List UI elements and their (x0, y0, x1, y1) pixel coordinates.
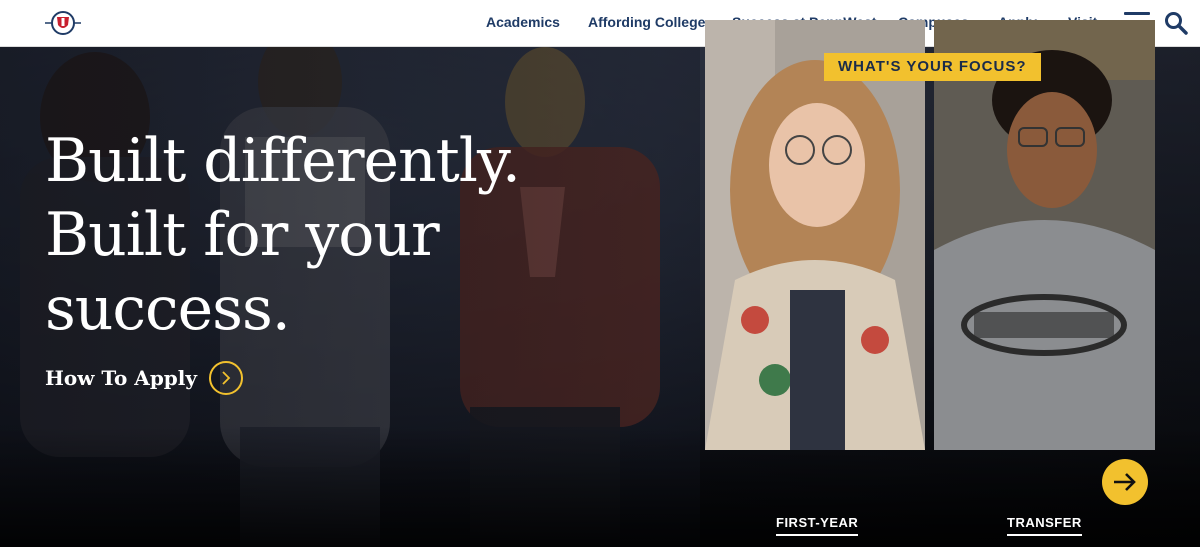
nav-affording-college[interactable]: Affording College (588, 14, 705, 30)
whats-your-focus-tag: WHAT'S YOUR FOCUS? (824, 53, 1041, 81)
how-to-apply-label: How To Apply (45, 366, 198, 390)
hero-headline: Built differently. Built for your succes… (45, 124, 605, 346)
first-year-card[interactable] (705, 20, 925, 450)
pennwest-logo[interactable] (45, 7, 81, 39)
headline-line-3: success. (45, 274, 291, 344)
arrow-right-icon[interactable] (1102, 459, 1148, 505)
nav-academics[interactable]: Academics (486, 14, 560, 30)
transfer-link[interactable]: TRANSFER (1007, 515, 1082, 536)
how-to-apply-link[interactable]: How To Apply (45, 361, 244, 395)
transfer-card[interactable] (934, 20, 1155, 450)
headline-line-2: Built for your (45, 200, 440, 270)
first-year-link[interactable]: FIRST-YEAR (776, 515, 859, 536)
first-year-student-photo (705, 20, 925, 450)
headline-line-1: Built differently. (45, 126, 521, 196)
transfer-student-photo (934, 20, 1155, 450)
search-icon[interactable] (1163, 10, 1189, 36)
chevron-right-icon (209, 361, 244, 395)
